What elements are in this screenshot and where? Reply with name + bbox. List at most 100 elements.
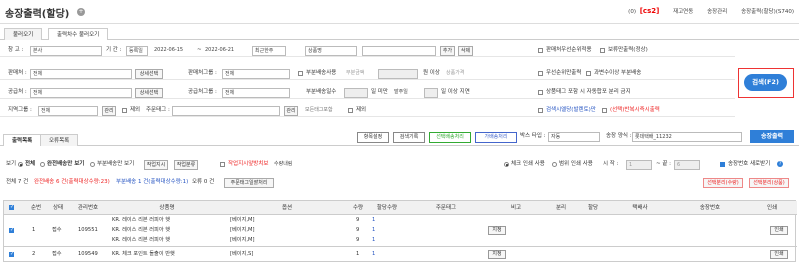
radio-check-print[interactable]: [504, 162, 509, 167]
box-type-select[interactable]: 자동: [548, 132, 600, 142]
tab-error-list[interactable]: 오류목록: [40, 134, 79, 146]
row-checkbox[interactable]: [9, 251, 14, 257]
select-print-button[interactable]: 선택배송처리: [429, 132, 471, 143]
chk-over-qty[interactable]: [586, 71, 591, 76]
radio-full-label: 완전배송만 보기: [47, 161, 85, 167]
top-bar: 송장출력(할당) + (0) [cs2] 재고연동 송장관리 송장출력(할당)(…: [0, 0, 799, 24]
seller-detail-button[interactable]: 상세선택: [135, 68, 163, 79]
delay-days-input[interactable]: [424, 87, 438, 98]
chk-seller-priority[interactable]: [538, 48, 543, 53]
region-group-label: 지역그룹 :: [8, 107, 32, 113]
chk-hold-force-label: (선택)반복시즉시출력: [610, 107, 660, 113]
order-date-select[interactable]: 발주일: [392, 87, 422, 98]
radio-partial[interactable]: [90, 162, 95, 167]
breadcrumb-invoice[interactable]: 송장관리: [707, 9, 727, 15]
date-type-select[interactable]: 등록일: [126, 45, 148, 56]
work-order-button[interactable]: 작업지시: [144, 159, 168, 170]
seller-group-select[interactable]: 전체: [222, 68, 290, 79]
breadcrumb-inventory[interactable]: 재고연동: [673, 9, 693, 15]
filter-row-4: 지역그룹 : 전체 관리 제외 주문태그 : 관리 모든태그포함 제외 검색시엘…: [0, 104, 735, 117]
th-status: 상태: [52, 205, 64, 211]
chk-partial-use[interactable]: [298, 71, 303, 76]
row-print-button[interactable]: 인쇄: [770, 226, 788, 235]
ship-invoice-button[interactable]: 송장출력: [750, 130, 794, 143]
load-tabs: 불러오기 출력차수 불러오기: [0, 28, 799, 40]
row-product: KR. 레이스 리본 러피아 햇: [112, 217, 171, 223]
tab-print-list[interactable]: 출력목록: [3, 134, 42, 146]
chk-exclude-tag[interactable]: [348, 108, 353, 113]
row-status: 접수: [52, 251, 62, 257]
temp-print-button[interactable]: 가배송처리: [475, 132, 517, 143]
radio-range-print[interactable]: [552, 162, 557, 167]
order-tag-input[interactable]: [172, 105, 280, 116]
supplier-group-select[interactable]: 전체: [222, 87, 290, 98]
tag-assign-button[interactable]: 지정: [488, 250, 506, 259]
seller-select[interactable]: 전체: [30, 68, 132, 79]
view-label: 보기: [6, 161, 17, 167]
partial-amount-type[interactable]: 부분금액: [344, 69, 374, 79]
product-price-select[interactable]: 상품가격: [444, 69, 474, 79]
print-history-button[interactable]: 검색기록: [393, 132, 425, 143]
product-search-input[interactable]: [362, 45, 436, 56]
row-option: [베이지,M]: [230, 217, 255, 223]
tab-load-batch[interactable]: 출력차수 불러오기: [48, 28, 109, 40]
tag-batch-button[interactable]: 주문태그일괄처리: [224, 177, 274, 188]
date-from[interactable]: 2022-06-15: [152, 45, 197, 56]
table-row[interactable]: 2 접수 109549 KR. 체크 포인트 돌출이 반햇 [베이지,S] 1 …: [4, 248, 797, 261]
row-option: [베이지,S]: [230, 251, 254, 257]
item-settings-button[interactable]: 항목설정: [357, 132, 389, 143]
warehouse-label: 창 고 :: [8, 47, 24, 53]
qty-sort-select[interactable]: 수량내림: [272, 159, 304, 170]
work-sort-button[interactable]: 작업분류: [174, 159, 198, 170]
select-split-product-button[interactable]: 선택분리(상품): [749, 177, 789, 188]
chk-inspection-issue-label: 검색시엘당(발렌토)만: [546, 107, 596, 113]
chk-work-list[interactable]: [220, 162, 225, 167]
chk-priority-ship[interactable]: [538, 71, 543, 76]
all-tags-select[interactable]: 모든태그포함: [303, 105, 345, 116]
order-tag-label: 주문태그 :: [146, 107, 170, 113]
invoice-type-select[interactable]: 롯데택배_11232: [632, 132, 742, 142]
date-range-select[interactable]: 최근한주: [252, 45, 286, 56]
chk-hold-shipping[interactable]: [600, 48, 605, 53]
row-qty: 1: [356, 251, 360, 257]
partial-days-input[interactable]: [344, 87, 368, 98]
product-name-select[interactable]: 상품명: [305, 45, 357, 56]
table-row[interactable]: 1 접수 109551 KR. 레이스 리본 러피아 햇 KR. 레이스 리본 …: [4, 215, 797, 247]
region-manage-button[interactable]: 관리: [102, 105, 116, 116]
row-checkbox[interactable]: [9, 227, 14, 233]
chk-hold-force[interactable]: [602, 108, 607, 113]
info-icon[interactable]: +: [77, 8, 85, 16]
radio-all[interactable]: [18, 162, 23, 167]
supplier-detail-button[interactable]: 상세선택: [135, 87, 163, 98]
th-no: 순번: [30, 205, 42, 211]
row-print-button[interactable]: 인쇄: [770, 250, 788, 259]
add-button[interactable]: 추가: [440, 45, 455, 56]
chk-product-tag[interactable]: [538, 90, 543, 95]
select-all-checkbox[interactable]: [9, 204, 14, 210]
date-sep: ~: [197, 47, 202, 53]
start-input[interactable]: 1: [626, 159, 652, 170]
select-split-qty-button[interactable]: 선택분리(수량): [703, 177, 743, 188]
chk-exclude-region[interactable]: [122, 108, 127, 113]
row-id[interactable]: 109549: [78, 250, 98, 259]
supplier-select[interactable]: 전체: [30, 87, 132, 98]
region-group-select[interactable]: 전체: [38, 105, 98, 116]
search-button[interactable]: 검색(F2): [744, 74, 787, 91]
tab-load[interactable]: 불러오기: [4, 28, 43, 40]
help-icon[interactable]: ?: [777, 161, 783, 167]
row-id[interactable]: 109551: [78, 226, 98, 235]
chk-new-invoice[interactable]: [720, 162, 725, 167]
warehouse-select[interactable]: 본사: [30, 45, 102, 56]
tag-assign-button[interactable]: 지정: [488, 226, 506, 235]
th-allocate: 할당: [587, 205, 599, 211]
chk-over-qty-label: 과변수이상 부분배송: [594, 70, 642, 76]
radio-full[interactable]: [40, 162, 45, 167]
date-to[interactable]: 2022-06-21: [203, 45, 248, 56]
chk-inspection-issue[interactable]: [538, 108, 543, 113]
th-courier: 택배사: [632, 205, 648, 211]
partial-amount-input[interactable]: [378, 68, 418, 79]
order-tag-manage-button[interactable]: 관리: [284, 105, 298, 116]
end-input[interactable]: 6: [674, 159, 700, 170]
row-product: KR. 체크 포인트 돌출이 반햇: [112, 251, 175, 257]
delete-button[interactable]: 삭제: [458, 45, 473, 56]
